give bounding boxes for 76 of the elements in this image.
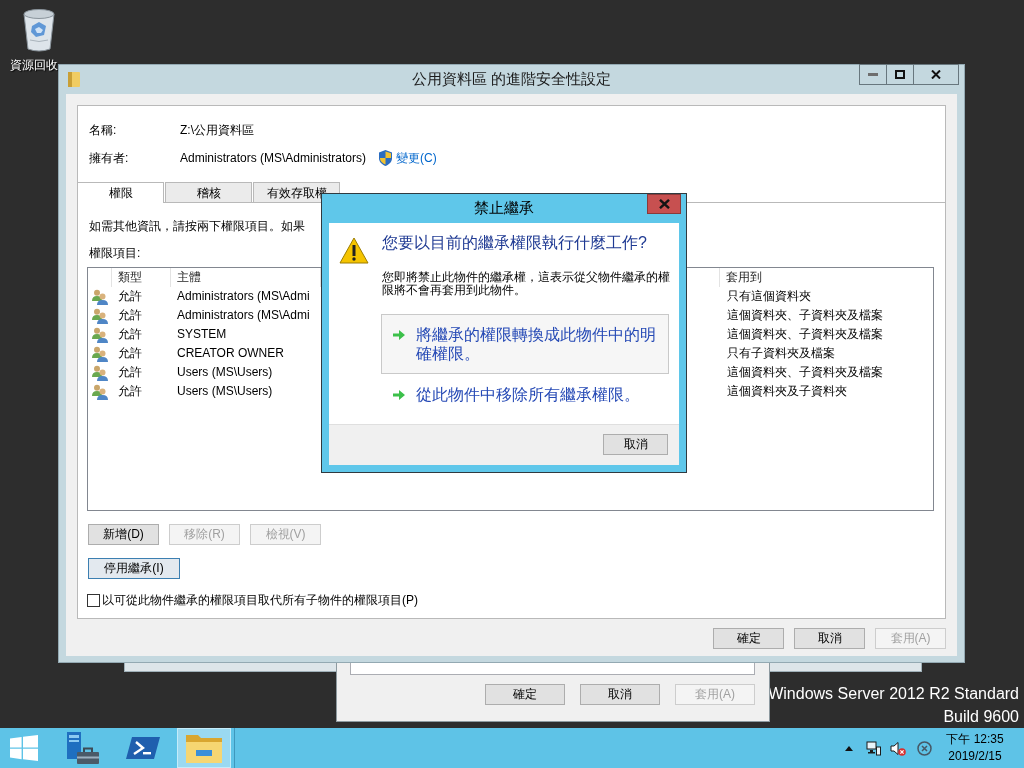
close-icon bbox=[931, 70, 941, 79]
recycle-bin-icon[interactable] bbox=[21, 7, 57, 53]
table-cell-text: 允許 bbox=[117, 383, 143, 400]
table-cell-text: 這個資料夾、子資料夾及檔案 bbox=[726, 307, 884, 324]
info-text: 如需其他資訊，請按兩下權限項目。如果 bbox=[89, 219, 305, 233]
add-button[interactable]: 新增(D) bbox=[88, 524, 159, 545]
clock-date: 2019/2/15 bbox=[948, 748, 1002, 765]
speaker-icon[interactable] bbox=[890, 740, 906, 756]
table-cell-text: 這個資料夾、子資料夾及檔案 bbox=[726, 326, 884, 343]
checkbox-label[interactable]: 以可從此物件繼承的權限項目取代所有子物件的權限項目(P) bbox=[102, 591, 418, 609]
checkbox[interactable] bbox=[87, 593, 100, 607]
table-cell-text: Administrators (MS\Admi bbox=[176, 307, 311, 324]
table-cell-text: 允許 bbox=[117, 326, 143, 343]
dialog-description: 您即將禁止此物件的繼承權，這表示從父物件繼承的權限將不會再套用到此物件。 bbox=[382, 271, 671, 297]
text-field[interactable] bbox=[350, 663, 755, 675]
warning-icon bbox=[339, 237, 369, 264]
cancel-button[interactable]: 取消 bbox=[794, 628, 865, 649]
taskbar-app-button[interactable] bbox=[177, 728, 231, 768]
arrow-right-icon bbox=[393, 389, 405, 401]
tab[interactable]: 稽核 bbox=[165, 182, 252, 202]
shield-icon bbox=[379, 150, 393, 166]
window-title: 公用資料區 的進階安全性設定 bbox=[411, 70, 612, 89]
disable-inheritance-button[interactable]: 停用繼承(I) bbox=[88, 558, 180, 579]
desktop-icon-label[interactable]: 資源回收 bbox=[10, 58, 58, 72]
change-link[interactable]: 變更(C) bbox=[396, 149, 437, 167]
table-cell-text: 允許 bbox=[117, 307, 143, 324]
ok-button[interactable]: 確定 bbox=[485, 684, 565, 705]
cancel-button[interactable]: 取消 bbox=[580, 684, 660, 705]
users-icon bbox=[92, 383, 108, 400]
users-icon bbox=[92, 307, 108, 324]
table-cell-text: 只有這個資料夾 bbox=[726, 288, 812, 305]
cancel-button[interactable]: 取消 bbox=[603, 434, 668, 455]
dialog-heading: 您要以目前的繼承權限執行什麼工作? bbox=[382, 233, 647, 253]
server-toolbox-icon bbox=[65, 732, 99, 764]
arrow-right-icon bbox=[393, 329, 405, 341]
network-icon[interactable] bbox=[866, 740, 881, 756]
field-value: Z:\公用資料區 bbox=[180, 121, 254, 139]
table-cell-text: 這個資料夾及子資料夾 bbox=[726, 383, 848, 400]
command-link[interactable]: 從此物件中移除所有繼承權限。 bbox=[381, 374, 669, 415]
folder-icon bbox=[68, 71, 80, 88]
table-cell-text: SYSTEM bbox=[176, 326, 228, 343]
table-cell-text: 允許 bbox=[117, 345, 143, 362]
field-label: 擁有者: bbox=[89, 149, 130, 167]
column-header[interactable]: 類型 bbox=[112, 268, 171, 287]
close-icon bbox=[658, 199, 670, 209]
table-cell-text: 允許 bbox=[117, 364, 143, 381]
table-cell-text: 這個資料夾、子資料夾及檔案 bbox=[726, 364, 884, 381]
clock-time: 下午 12:35 bbox=[946, 731, 1004, 748]
field-label: 名稱: bbox=[89, 121, 118, 139]
table-cell-text: Users (MS\Users) bbox=[176, 364, 274, 381]
caret-up-icon[interactable] bbox=[845, 745, 853, 751]
close-button[interactable] bbox=[913, 64, 959, 85]
maximize-button[interactable] bbox=[886, 64, 914, 85]
command-link[interactable]: 將繼承的權限轉換成此物件中的明確權限。 bbox=[381, 314, 669, 374]
windows-logo-icon bbox=[10, 735, 38, 761]
edition-text: Windows Server 2012 R2 Standard bbox=[768, 684, 1019, 704]
maximize-icon bbox=[895, 70, 905, 79]
users-icon bbox=[92, 288, 108, 305]
build-text: Build 9600 bbox=[943, 707, 1019, 727]
terminal-icon bbox=[126, 737, 160, 759]
users-icon bbox=[92, 364, 108, 381]
field-value: Administrators (MS\Administrators) bbox=[180, 151, 367, 165]
table-cell-text: CREATOR OWNER bbox=[176, 345, 285, 362]
table-cell-text: Administrators (MS\Admi bbox=[176, 288, 311, 305]
minimize-icon bbox=[868, 73, 878, 76]
users-icon bbox=[92, 326, 108, 343]
table-cell-text: Users (MS\Users) bbox=[176, 383, 274, 400]
list-label: 權限項目: bbox=[89, 246, 141, 260]
column-header[interactable]: 套用到 bbox=[720, 268, 933, 287]
ok-button[interactable]: 確定 bbox=[713, 628, 784, 649]
tab[interactable]: 權限 bbox=[77, 182, 164, 203]
table-cell-text: 只有子資料夾及檔案 bbox=[726, 345, 836, 362]
x-circle-icon[interactable] bbox=[917, 740, 932, 756]
dialog-title: 禁止繼承 bbox=[474, 199, 534, 218]
users-icon bbox=[92, 345, 108, 362]
table-cell-text: 允許 bbox=[117, 288, 143, 305]
